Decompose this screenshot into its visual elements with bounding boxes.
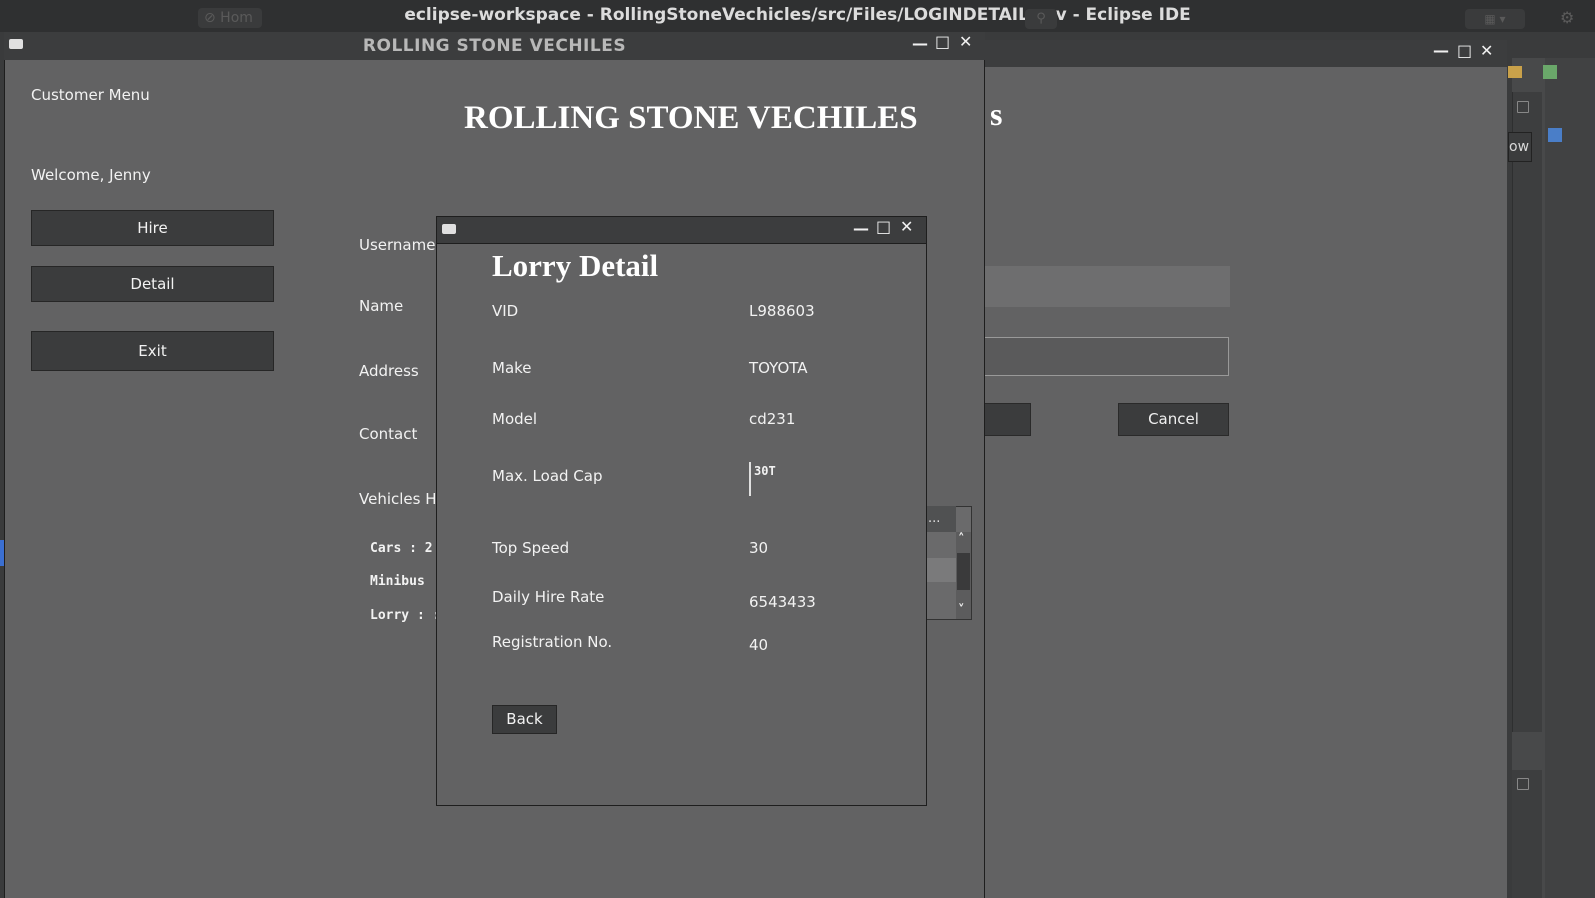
maximize-icon[interactable]: □ <box>935 34 950 50</box>
daily-hire-rate-label: Daily Hire Rate <box>492 588 605 606</box>
minimize-icon[interactable]: — <box>853 221 869 237</box>
vid-value: L988603 <box>749 302 815 320</box>
registration-no-label: Registration No. <box>492 633 613 651</box>
vehicles-hired-label: Vehicles Hi <box>359 490 441 508</box>
ide-title-bar: ⊘ Hom eclipse-workspace - RollingStoneVe… <box>0 0 1595 32</box>
detail-button[interactable]: Detail <box>31 266 274 302</box>
window-icon <box>442 224 456 234</box>
toolbar-icon[interactable] <box>1508 66 1522 78</box>
background-window <box>985 40 1507 898</box>
list-item[interactable] <box>927 558 956 582</box>
daily-hire-rate-value: 6543433 <box>749 593 816 611</box>
minibus-count: Minibus <box>370 574 425 589</box>
vid-label: VID <box>492 302 519 320</box>
max-load-cap-field-border <box>749 462 751 496</box>
search-icon[interactable]: ⚲ <box>1025 9 1057 29</box>
maximize-icon[interactable]: □ <box>876 219 891 235</box>
welcome-label: Welcome, Jenny <box>31 166 151 184</box>
username-label: Username <box>359 236 436 254</box>
main-window-title: ROLLING STONE VECHILES <box>362 36 627 56</box>
make-label: Make <box>492 359 532 377</box>
partial-button[interactable]: ow <box>1508 132 1532 162</box>
contact-label: Contact <box>359 425 418 443</box>
max-load-cap-label: Max. Load Cap <box>492 467 603 485</box>
top-speed-value: 30 <box>749 539 769 557</box>
minimize-icon[interactable]: — <box>1433 43 1449 59</box>
cars-count: Cars : 2 <box>370 541 433 556</box>
top-speed-label: Top Speed <box>492 539 570 557</box>
model-value: cd231 <box>749 410 796 428</box>
background-window-titlebar <box>985 40 1507 67</box>
back-button[interactable]: Back <box>492 705 557 734</box>
ide-right-view <box>1512 92 1542 732</box>
model-label: Model <box>492 410 538 428</box>
cancel-button[interactable]: Cancel <box>1118 403 1229 436</box>
name-label: Name <box>359 297 404 315</box>
close-icon[interactable]: ✕ <box>1480 43 1493 59</box>
maximize-icon[interactable]: □ <box>1457 43 1472 59</box>
username-input[interactable] <box>985 266 1230 307</box>
exit-button[interactable]: Exit <box>31 331 274 371</box>
restore-icon[interactable] <box>1517 101 1529 113</box>
restore-icon[interactable] <box>1517 778 1529 790</box>
list-scroll-thumb[interactable] <box>957 553 970 590</box>
close-icon[interactable]: ✕ <box>900 219 913 235</box>
list-header[interactable]: ... <box>926 506 956 532</box>
max-load-cap-value: 30T <box>754 464 776 478</box>
ok-button[interactable] <box>985 403 1031 436</box>
minimize-icon[interactable]: — <box>912 36 928 52</box>
page-title: ROLLING STONE VECHILES <box>464 100 918 136</box>
lorry-count: Lorry : : <box>370 608 441 623</box>
ide-window-title: eclipse-workspace - RollingStoneVechicle… <box>404 5 1191 25</box>
address-label: Address <box>359 362 419 380</box>
close-icon[interactable]: ✕ <box>959 34 972 50</box>
dialog-title: Lorry Detail <box>492 248 659 283</box>
make-value: TOYOTA <box>749 359 808 377</box>
registration-no-value: 40 <box>749 636 769 654</box>
gear-icon[interactable]: ⚙ <box>1560 8 1574 27</box>
perspective-switcher[interactable]: ▦ ▾ <box>1465 9 1525 29</box>
customer-menu-label: Customer Menu <box>31 86 150 104</box>
hire-button[interactable]: Hire <box>31 210 274 246</box>
password-input[interactable] <box>985 337 1229 376</box>
toolbar-icon[interactable] <box>1543 65 1557 79</box>
scroll-up-icon[interactable]: ˄ <box>958 532 965 548</box>
background-heading: s <box>990 96 1003 132</box>
ide-trim-bar <box>1545 58 1595 898</box>
scroll-down-icon[interactable]: ˅ <box>958 603 965 619</box>
outline-icon[interactable] <box>1548 128 1562 142</box>
